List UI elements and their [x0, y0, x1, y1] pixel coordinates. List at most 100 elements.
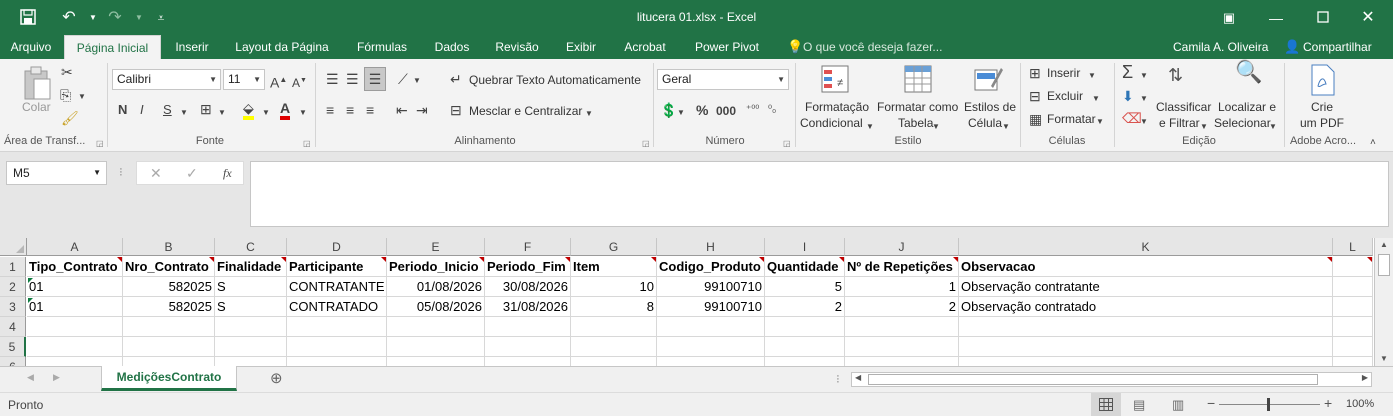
delete-cells-button[interactable]: Excluir	[1047, 89, 1083, 103]
format-as-table-label-2[interactable]: Tabela	[898, 116, 933, 130]
tab-formulas[interactable]: Fórmulas	[344, 35, 420, 59]
cell-f2[interactable]: 30/08/2026	[485, 277, 571, 297]
cell-h5[interactable]	[657, 337, 765, 357]
cell-j5[interactable]	[845, 337, 959, 357]
cell-f6[interactable]	[485, 357, 571, 366]
vertical-scrollbar[interactable]: ▲ ▼	[1374, 238, 1393, 366]
column-header-h[interactable]: H	[657, 238, 765, 256]
cut-icon[interactable]: ✂	[61, 64, 73, 80]
cell-l1[interactable]	[1333, 257, 1373, 277]
copy-dropdown-icon[interactable]: ▼	[78, 89, 86, 105]
cell-a2[interactable]: 01	[27, 277, 123, 297]
align-center-icon[interactable]: ≡	[346, 102, 354, 118]
column-header-c[interactable]: C	[215, 238, 287, 256]
cell-c4[interactable]	[215, 317, 287, 337]
cell-a4[interactable]	[27, 317, 123, 337]
cell-k4[interactable]	[959, 317, 1333, 337]
horizontal-scrollbar[interactable]: ◀ ▶	[851, 372, 1372, 387]
scroll-down-icon[interactable]: ▼	[1380, 354, 1388, 363]
cell-c2[interactable]: S	[215, 277, 287, 297]
font-name-combo[interactable]: Calibri ▼	[112, 69, 221, 90]
cell-d2[interactable]: CONTRATANTE	[287, 277, 387, 297]
orientation-icon[interactable]: ⟋	[398, 71, 408, 87]
name-box[interactable]: M5 ▼	[6, 161, 107, 185]
chevron-down-icon[interactable]: ▼	[1140, 114, 1148, 130]
spreadsheet-grid[interactable]: ABCDEFGHIJKL 123456 Tipo_ContratoNro_Con…	[0, 238, 1393, 366]
select-all-button[interactable]	[0, 238, 27, 256]
cell-g2[interactable]: 10	[571, 277, 657, 297]
zoom-out-icon[interactable]: −	[1207, 395, 1215, 411]
cell-j6[interactable]	[845, 357, 959, 366]
scroll-thumb[interactable]	[868, 374, 1318, 385]
cell-i2[interactable]: 5	[765, 277, 845, 297]
decrease-indent-icon[interactable]: ⇤	[396, 102, 408, 118]
chevron-down-icon[interactable]: ▼	[1088, 68, 1096, 84]
conditional-formatting-label-1[interactable]: Formatação	[805, 100, 869, 114]
increase-decimal-icon[interactable]: ⁺⁰⁰	[746, 102, 759, 118]
cell-h6[interactable]	[657, 357, 765, 366]
align-top-icon[interactable]: ☰	[326, 71, 339, 87]
tab-revisao[interactable]: Revisão	[486, 35, 548, 59]
cell-i3[interactable]: 2	[765, 297, 845, 317]
underline-button[interactable]: S	[163, 102, 172, 118]
prev-sheet-icon[interactable]: ◀	[27, 372, 34, 383]
number-format-combo[interactable]: Geral ▼	[657, 69, 789, 90]
sort-filter-label-1[interactable]: Classificar	[1156, 100, 1211, 114]
merge-center-icon[interactable]: ⊟	[450, 102, 462, 118]
collapse-ribbon-icon[interactable]: ˄	[1370, 135, 1376, 151]
font-color-icon[interactable]: A	[280, 100, 291, 120]
tab-layout-da-pagina[interactable]: Layout da Página	[226, 35, 338, 59]
cell-c5[interactable]	[215, 337, 287, 357]
cell-i5[interactable]	[765, 337, 845, 357]
cell-styles-label-2[interactable]: Célula	[968, 116, 1002, 130]
merge-center-button[interactable]: Mesclar e Centralizar	[469, 104, 582, 118]
row-header-4[interactable]: 4	[0, 317, 26, 337]
format-painter-icon[interactable]: 🖌	[61, 110, 79, 126]
cell-l5[interactable]	[1333, 337, 1373, 357]
row-header-3[interactable]: 3	[0, 297, 26, 317]
cell-c3[interactable]: S	[215, 297, 287, 317]
chevron-down-icon[interactable]: ▼	[1092, 91, 1100, 107]
sort-filter-icon[interactable]: ⇅	[1168, 66, 1183, 84]
cell-f1[interactable]: Periodo_Fim	[485, 257, 571, 277]
cell-i1[interactable]: Quantidade	[765, 257, 845, 277]
scroll-left-icon[interactable]: ◀	[855, 373, 861, 382]
share-button[interactable]: Compartilhar	[1303, 40, 1372, 54]
cell-h2[interactable]: 99100710	[657, 277, 765, 297]
zoom-in-icon[interactable]: +	[1324, 395, 1332, 411]
cell-b4[interactable]	[123, 317, 215, 337]
number-launcher-icon[interactable]: ◲	[783, 139, 791, 148]
paste-label[interactable]: Colar	[22, 100, 51, 114]
cell-b1[interactable]: Nro_Contrato	[123, 257, 215, 277]
cell-i4[interactable]	[765, 317, 845, 337]
borders-icon[interactable]: ⊞	[200, 101, 212, 117]
chevron-down-icon[interactable]: ▼	[1140, 68, 1148, 84]
cell-c6[interactable]	[215, 357, 287, 366]
percent-icon[interactable]: %	[696, 102, 708, 118]
grow-font-icon[interactable]: A▲	[270, 72, 287, 91]
font-color-dropdown-icon[interactable]: ▼	[299, 105, 307, 121]
comma-style-icon[interactable]: 000	[716, 103, 736, 119]
orientation-dropdown-icon[interactable]: ▼	[413, 73, 421, 89]
cell-j2[interactable]: 1	[845, 277, 959, 297]
cell-k1[interactable]: Observacao	[959, 257, 1333, 277]
shrink-font-icon[interactable]: A▼	[292, 73, 307, 91]
find-select-label-1[interactable]: Localizar e	[1218, 100, 1276, 114]
copy-icon[interactable]: ⎘	[60, 87, 71, 103]
autosum-icon[interactable]: Σ	[1122, 63, 1133, 81]
align-left-icon[interactable]: ≡	[326, 102, 334, 118]
page-layout-view-icon[interactable]: ▤	[1133, 397, 1145, 413]
align-bottom-icon[interactable]: ☰	[364, 67, 386, 91]
cell-i6[interactable]	[765, 357, 845, 366]
format-as-table-icon[interactable]	[903, 64, 935, 96]
cell-h4[interactable]	[657, 317, 765, 337]
row-header-5[interactable]: 5	[0, 337, 26, 357]
conditional-formatting-icon[interactable]: ≠	[820, 64, 852, 96]
chevron-down-icon[interactable]: ▼	[866, 119, 874, 135]
column-header-l[interactable]: L	[1333, 238, 1373, 256]
cell-e3[interactable]: 05/08/2026	[387, 297, 485, 317]
find-select-label-2[interactable]: Selecionar	[1214, 116, 1271, 130]
column-header-d[interactable]: D	[287, 238, 387, 256]
cell-k2[interactable]: Observação contratante	[959, 277, 1333, 297]
tab-arquivo[interactable]: Arquivo	[0, 35, 62, 59]
